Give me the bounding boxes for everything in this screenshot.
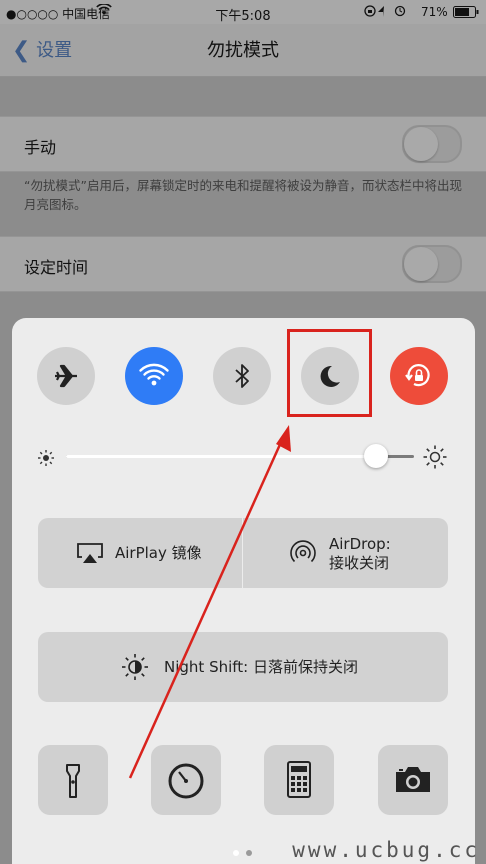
watermark: www.ucbug.cc bbox=[292, 838, 480, 862]
annotation-arrow bbox=[128, 425, 291, 779]
